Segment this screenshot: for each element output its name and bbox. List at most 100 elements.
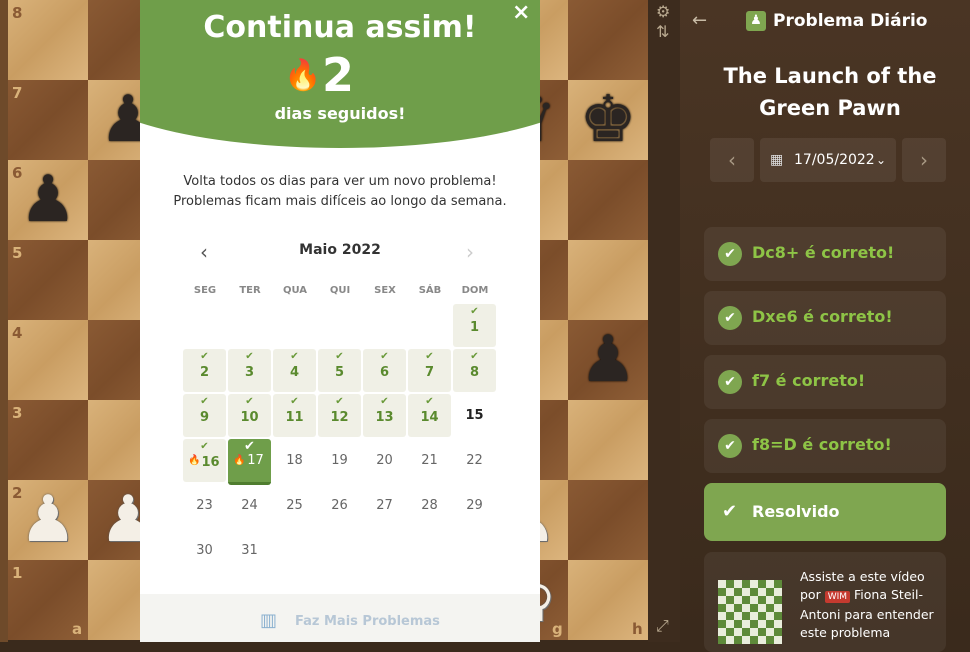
video-thumbnail[interactable] (718, 580, 782, 644)
calendar-day[interactable]: ✔ 🔥 16 (183, 439, 226, 482)
black-king-h7[interactable]: ♚ (568, 80, 648, 160)
video-card[interactable]: Assiste a este vídeo por WIM Fiona Steil… (704, 552, 946, 652)
expand-icon[interactable]: ⤢ (656, 616, 669, 636)
day-number: 6 (379, 365, 390, 380)
check-icon: ✔ (200, 441, 209, 452)
calendar-day: 24 (228, 484, 271, 527)
day-number: 1 (469, 320, 480, 335)
day-number: 29 (466, 498, 483, 513)
move-feedback-text: Dc8+ é correto! (752, 243, 895, 262)
calendar-day[interactable]: ✔ 2 (183, 349, 226, 392)
rank-label-3: 3 (12, 404, 23, 422)
calendar-day: 31 (228, 529, 271, 572)
check-icon: ✔ (335, 351, 344, 362)
check-icon: ✔ (335, 396, 344, 407)
square-h5[interactable] (568, 240, 648, 320)
solved-button[interactable]: ✔ Resolvido (704, 483, 946, 541)
move-feedback: ✔ f8=D é correto! (704, 419, 946, 473)
streak-label: dias seguidos! (274, 104, 406, 123)
day-number: 24 (241, 498, 258, 513)
modal-title: Continua assim! (203, 10, 477, 45)
more-puzzles-button[interactable]: ▥ Faz Mais Problemas (140, 594, 540, 642)
more-puzzles-label: Faz Mais Problemas (295, 614, 440, 629)
rank-label-7: 7 (12, 84, 23, 102)
day-number: 14 (420, 410, 439, 425)
day-number: 7 (424, 365, 435, 380)
flame-icon: 🔥 (284, 58, 322, 93)
move-feedback-text: f8=D é correto! (752, 435, 892, 454)
calendar-day: 23 (183, 484, 226, 527)
calendar-day-today[interactable]: ✔ 🔥 17 (228, 439, 271, 485)
calendar-day[interactable]: ✔ 6 (363, 349, 406, 392)
day-number: 16 (201, 455, 220, 470)
calendar-day[interactable]: ✔ 3 (228, 349, 271, 392)
next-month-button[interactable]: › (466, 240, 474, 264)
day-number: 31 (241, 543, 258, 558)
date-picker-button[interactable]: ▦ 17/05/2022 ⌄ (760, 138, 896, 182)
day-number: 21 (421, 453, 438, 468)
day-number: 27 (376, 498, 393, 513)
board-toolbar: ⚙ ⇅ ⤢ (648, 0, 680, 642)
day-number: 9 (199, 410, 210, 425)
day-number: 25 (286, 498, 303, 513)
check-icon: ✔ (718, 306, 742, 330)
board-edge (0, 0, 8, 642)
day-number: 18 (286, 453, 303, 468)
check-icon: ✔ (718, 370, 742, 394)
calendar-icon: ▦ (770, 152, 784, 168)
square-h3[interactable] (568, 400, 648, 480)
square-h8[interactable] (568, 0, 648, 80)
calendar-day[interactable]: ✔ 14 (408, 394, 451, 437)
title-badge: WIM (824, 591, 851, 603)
black-pawn-a6[interactable]: ♟ (8, 160, 88, 240)
black-pawn-h4[interactable]: ♟ (568, 320, 648, 400)
check-icon: ✔ (380, 351, 389, 362)
calendar-day: 18 (273, 439, 316, 482)
file-label-a: a (72, 620, 83, 638)
calendar-day[interactable]: ✔ 8 (453, 349, 496, 392)
calendar-day: 25 (273, 484, 316, 527)
sidebar-header: ← ♟ Problema Diário (680, 0, 970, 44)
calendar-day[interactable]: ✔ 13 (363, 394, 406, 437)
calendar-day[interactable]: ✔ 7 (408, 349, 451, 392)
calendar-day[interactable]: ✔ 5 (318, 349, 361, 392)
flip-board-icon[interactable]: ⇅ (656, 22, 669, 41)
chevron-down-icon: ⌄ (876, 153, 887, 167)
move-feedback: ✔ Dxe6 é correto! (704, 291, 946, 345)
check-icon: ✔ (245, 396, 254, 407)
calendar-day[interactable]: ✔ 9 (183, 394, 226, 437)
square-h6[interactable] (568, 160, 648, 240)
calendar-day[interactable]: ✔ 10 (228, 394, 271, 437)
calendar-day: 27 (363, 484, 406, 527)
weekday-label: TER (239, 285, 261, 296)
solved-label: Resolvido (752, 502, 840, 521)
next-day-button[interactable]: › (902, 138, 946, 182)
calendar-day: 20 (363, 439, 406, 482)
day-number: 22 (466, 453, 483, 468)
file-label-h: h (632, 620, 643, 638)
modal-message: Volta todos os dias para ver um novo pro… (140, 172, 540, 212)
settings-icon[interactable]: ⚙ (656, 2, 670, 21)
calendar-day[interactable]: ✔ 12 (318, 394, 361, 437)
calendar-day[interactable]: ✔ 4 (273, 349, 316, 392)
check-icon: ✔ (200, 396, 209, 407)
day-number: 20 (376, 453, 393, 468)
calendar-day[interactable]: ✔ 11 (273, 394, 316, 437)
date-value: 17/05/2022 (794, 152, 875, 168)
calendar-day[interactable]: ✔ 1 (453, 304, 496, 347)
calendar-day: 21 (408, 439, 451, 482)
day-number: 15 (465, 408, 484, 423)
square-h2[interactable] (568, 480, 648, 560)
weekday-label: SÁB (418, 285, 442, 296)
checkmark-icon: ✔ (722, 501, 738, 522)
white-pawn-a2[interactable]: ♟ (8, 480, 88, 560)
previous-day-button[interactable]: ‹ (710, 138, 754, 182)
move-feedback-text: Dxe6 é correto! (752, 307, 893, 326)
day-number: 3 (244, 365, 255, 380)
calendar-day[interactable]: 15 (453, 394, 496, 437)
calendar-day: 30 (183, 529, 226, 572)
weekday-label: SEG (193, 285, 217, 296)
check-icon: ✔ (244, 439, 255, 454)
back-arrow-icon[interactable]: ← (692, 10, 707, 31)
day-number: 10 (240, 410, 259, 425)
